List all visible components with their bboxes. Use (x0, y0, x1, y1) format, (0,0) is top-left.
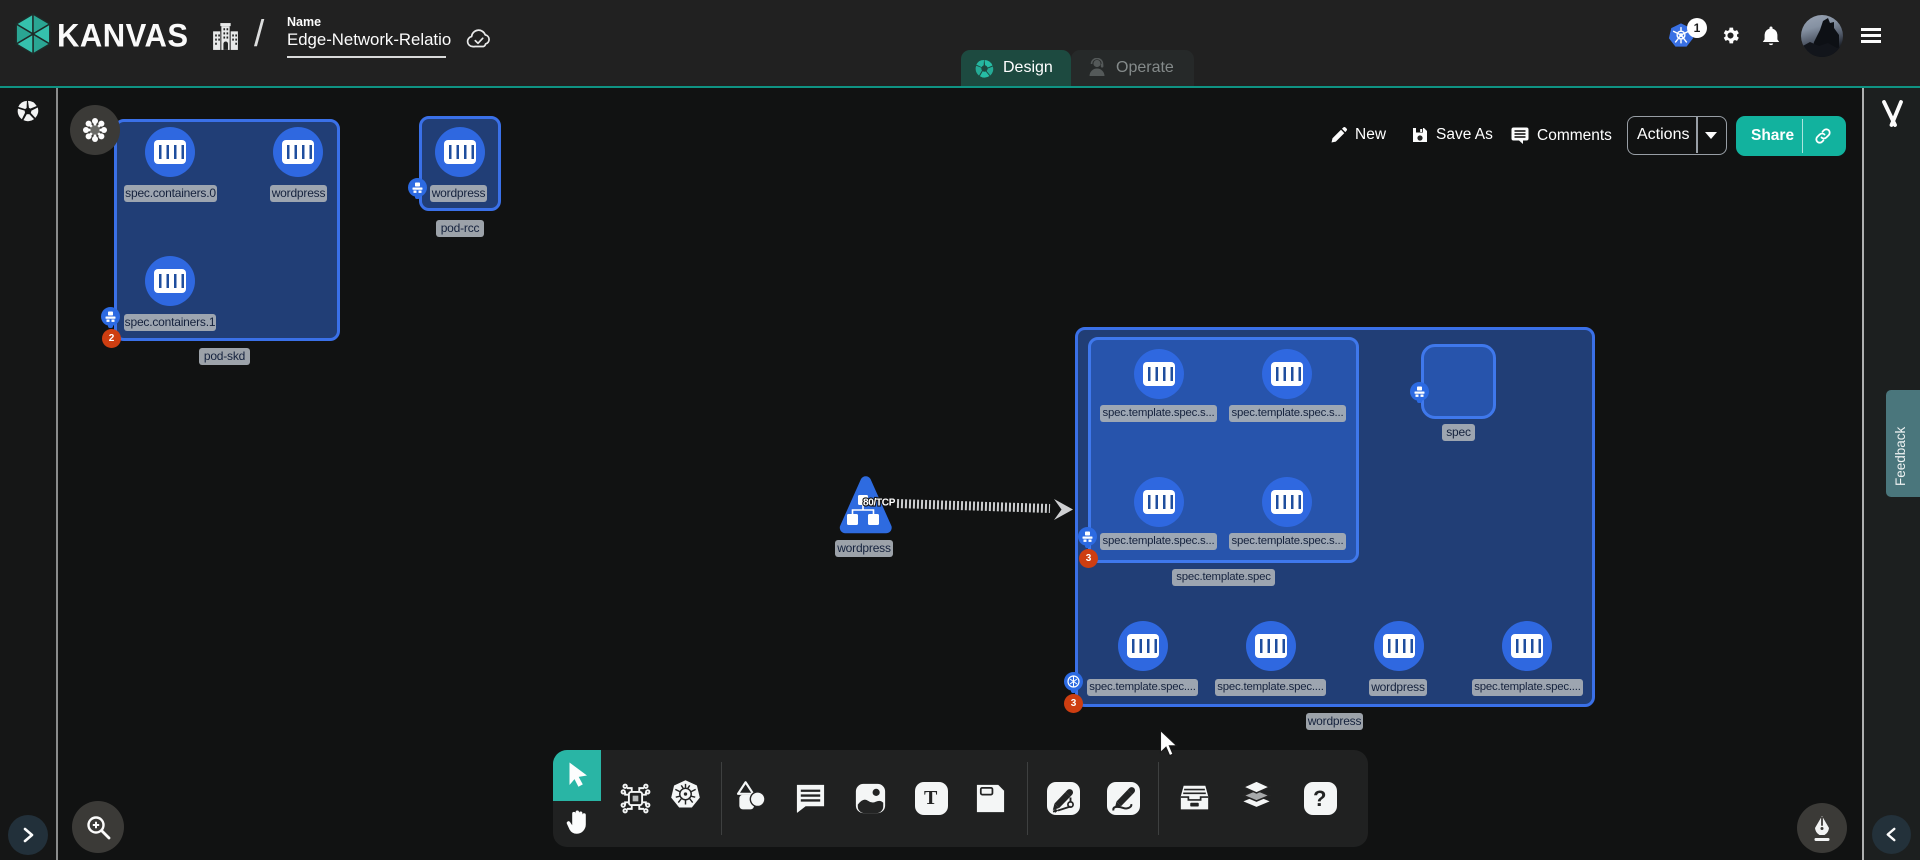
svg-text:80/TCP: 80/TCP (863, 498, 896, 509)
